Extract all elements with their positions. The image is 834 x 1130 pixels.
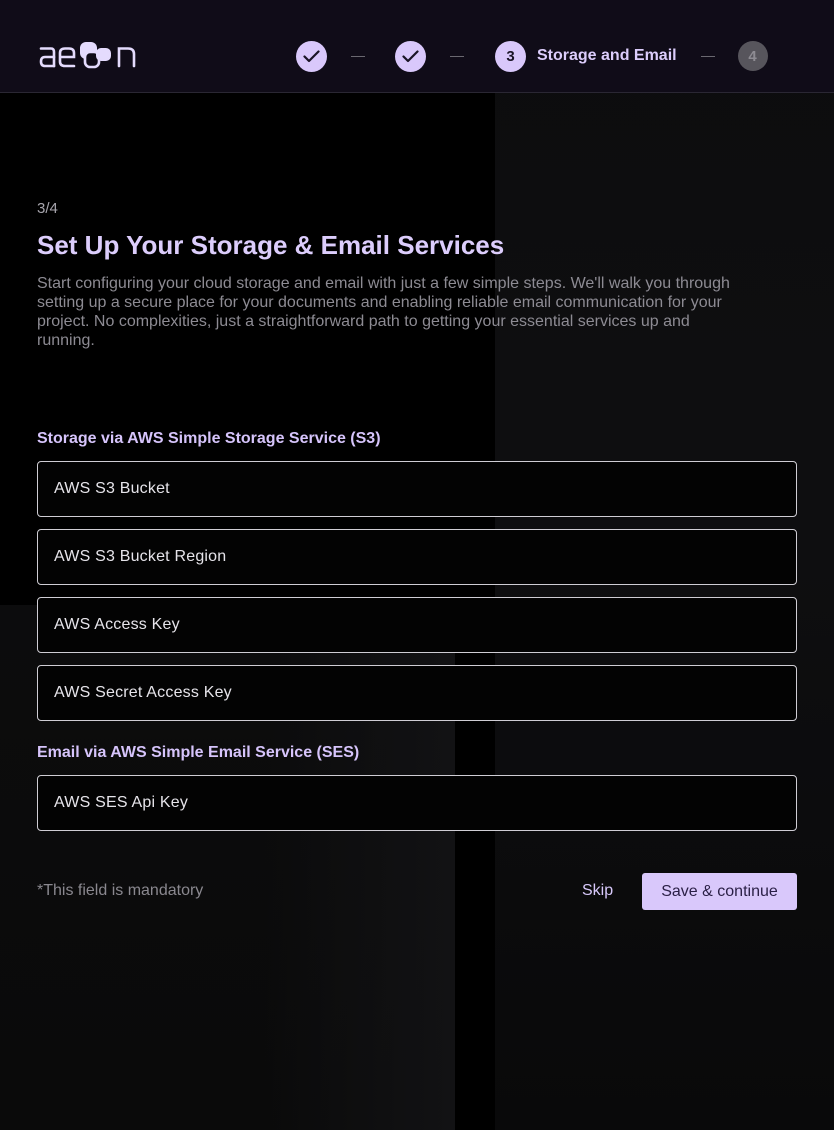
mandatory-note: *This field is mandatory (37, 882, 204, 899)
step-connector (450, 55, 464, 57)
progress-stepper: 3 Storage and Email 4 (296, 40, 768, 72)
secret-access-key-placeholder: AWS Secret Access Key (54, 684, 232, 701)
skip-button[interactable]: Skip (582, 882, 613, 900)
step-connector (351, 55, 365, 57)
ses-api-key-placeholder: AWS SES Api Key (54, 794, 189, 811)
check-icon (303, 49, 320, 62)
step-1-complete[interactable] (296, 40, 327, 72)
access-key-field[interactable]: AWS Access Key (37, 597, 797, 653)
step-2-complete[interactable] (395, 40, 426, 72)
step-connector (700, 55, 715, 57)
step-3-label: Storage and Email (537, 47, 677, 64)
page-description: Start configuring your cloud storage and… (37, 275, 730, 349)
storage-section-label: Storage via AWS Simple Storage Service (… (37, 430, 381, 447)
step-4-upcoming: 4 (737, 41, 768, 71)
aeon-logo[interactable] (38, 38, 156, 72)
check-icon (402, 49, 419, 62)
s3-bucket-region-placeholder: AWS S3 Bucket Region (54, 548, 227, 565)
page-title: Set Up Your Storage & Email Services (37, 230, 505, 260)
s3-bucket-field[interactable]: AWS S3 Bucket (37, 461, 797, 517)
ses-api-key-field[interactable]: AWS SES Api Key (37, 775, 797, 831)
s3-bucket-placeholder: AWS S3 Bucket (54, 480, 170, 497)
email-section-label: Email via AWS Simple Email Service (SES) (37, 744, 360, 761)
s3-bucket-region-field[interactable]: AWS S3 Bucket Region (37, 529, 797, 585)
step-count: 3/4 (37, 200, 58, 217)
step-3-current[interactable]: 3 (495, 40, 526, 72)
save-continue-button[interactable]: Save & continue (642, 873, 797, 910)
access-key-placeholder: AWS Access Key (54, 616, 180, 633)
page: 3 Storage and Email 4 3/4 Set Up Your St… (0, 0, 834, 1130)
secret-access-key-field[interactable]: AWS Secret Access Key (37, 665, 797, 721)
top-header: 3 Storage and Email 4 (0, 0, 834, 93)
